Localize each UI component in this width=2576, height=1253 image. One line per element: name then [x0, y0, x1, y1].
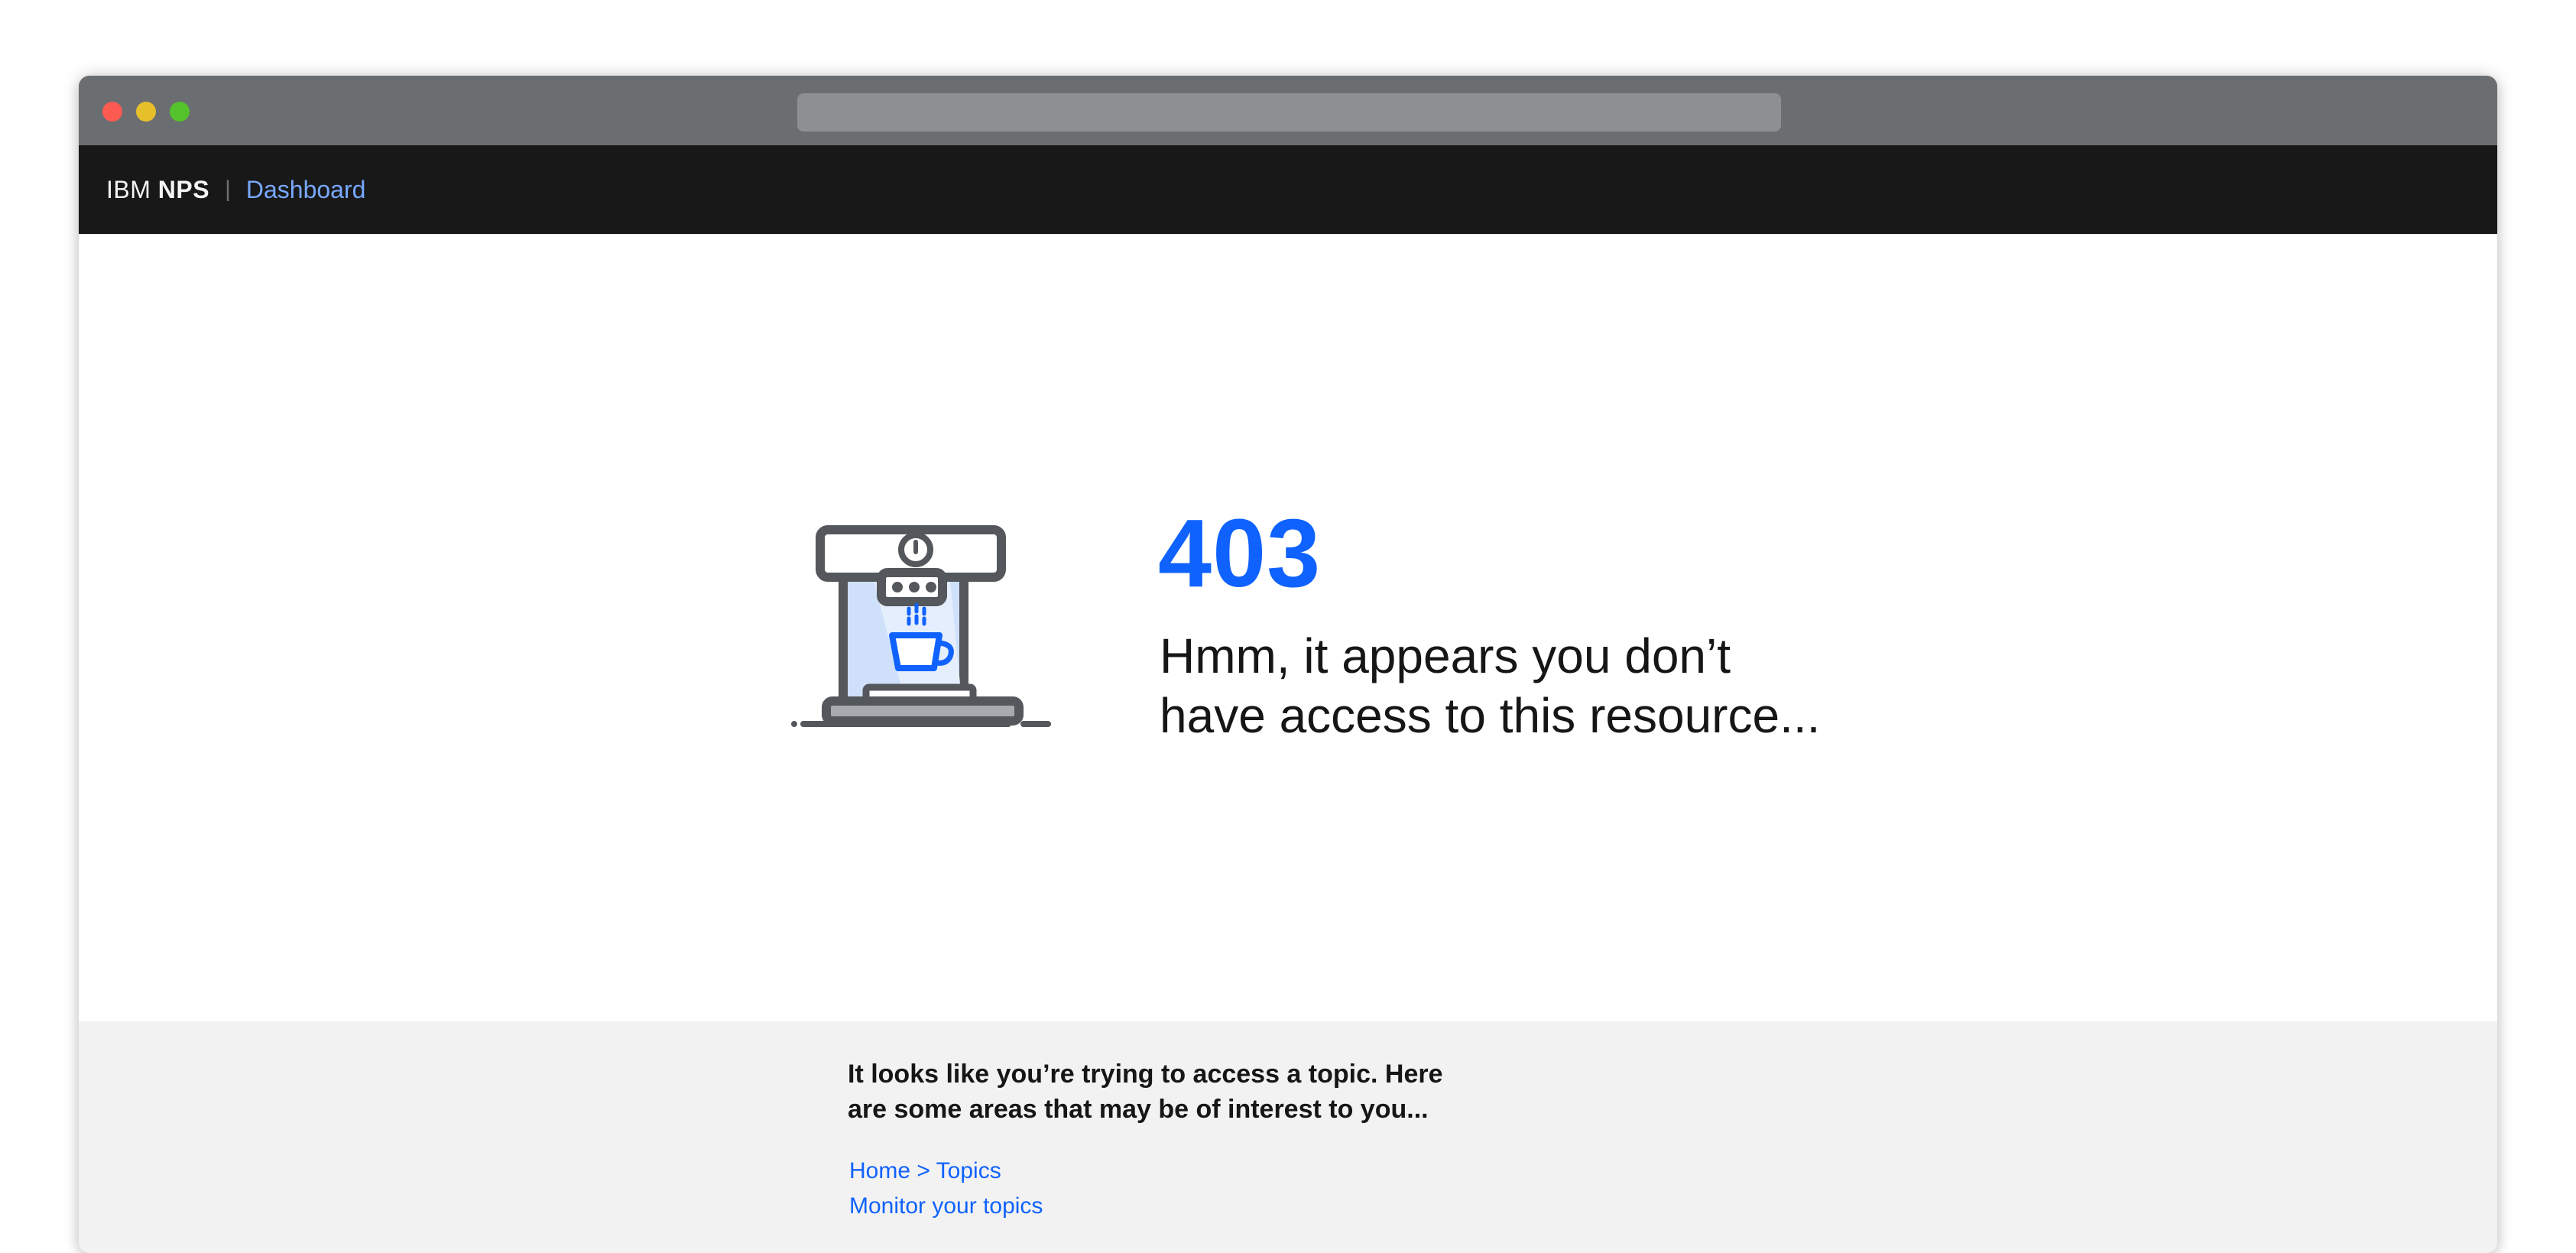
monitor-topics-link[interactable]: Monitor your topics — [849, 1193, 1043, 1219]
minimize-window-button[interactable] — [136, 102, 156, 122]
brand-logo[interactable]: IBM NPS — [106, 176, 209, 204]
suggestion-link-item: Monitor your topics — [849, 1189, 1043, 1224]
error-message-line-1: Hmm, it appears you don’t — [1160, 628, 1731, 683]
address-bar[interactable] — [797, 93, 1781, 131]
error-message: Hmm, it appears you don’t have access to… — [1160, 626, 1848, 745]
top-navigation-bar: IBM NPS | Dashboard — [79, 145, 2497, 234]
brand-prefix: IBM — [106, 175, 151, 203]
home-topics-link[interactable]: Home > Topics — [849, 1158, 1001, 1183]
error-message-line-2: have access to this resource... — [1160, 688, 1821, 743]
suggestion-links: Home > Topics Monitor your topics — [849, 1154, 1043, 1224]
browser-titlebar — [79, 76, 2497, 145]
close-window-button[interactable] — [102, 102, 122, 122]
maximize-window-button[interactable] — [170, 102, 190, 122]
suggestions-heading-line-2: are some areas that may be of interest t… — [848, 1095, 1429, 1124]
suggestions-heading: It looks like you’re trying to access a … — [848, 1057, 1536, 1127]
dashboard-link[interactable]: Dashboard — [246, 176, 366, 204]
browser-window: IBM NPS | Dashboard 403 Hmm, it appears … — [79, 76, 2497, 1253]
suggestions-heading-line-1: It looks like you’re trying to access a … — [848, 1060, 1443, 1089]
brand-name: NPS — [157, 175, 210, 203]
coffee-machine-icon — [791, 525, 1051, 727]
suggestion-link-item: Home > Topics — [849, 1154, 1043, 1189]
nav-divider: | — [225, 177, 231, 202]
error-code: 403 — [1158, 499, 1322, 607]
